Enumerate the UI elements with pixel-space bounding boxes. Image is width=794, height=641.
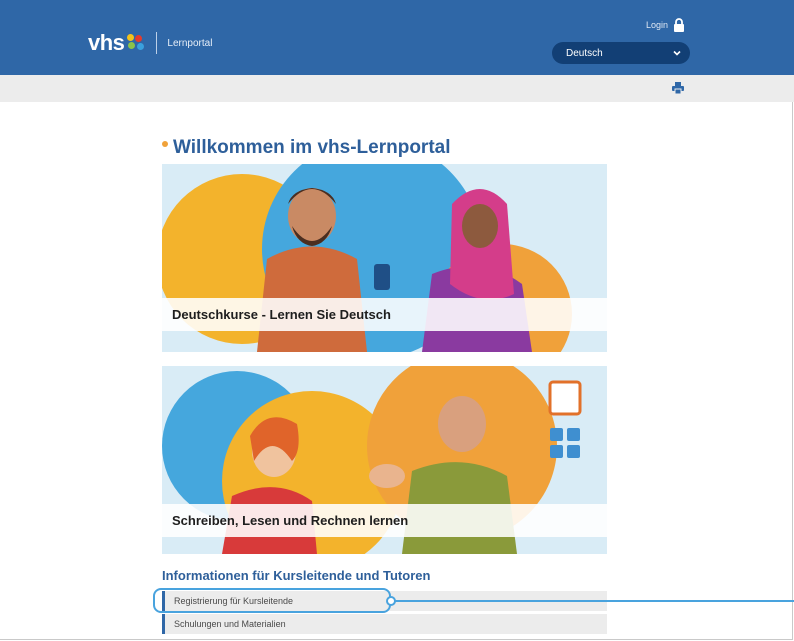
print-icon[interactable] <box>671 81 685 95</box>
card-caption: Schreiben, Lesen und Rechnen lernen <box>162 504 607 537</box>
top-header: vhs Lernportal Login Deutsch <box>0 0 794 75</box>
logo-dots <box>126 34 148 52</box>
link-schulungen-materialien[interactable]: Schulungen und Materialien <box>162 614 607 634</box>
language-select[interactable]: Deutsch <box>552 42 690 64</box>
chevron-down-icon <box>673 50 681 56</box>
toolbar-strip <box>0 75 794 102</box>
title-bullet <box>162 141 168 147</box>
login-label: Login <box>646 20 669 30</box>
callout-line <box>391 600 794 602</box>
link-label: Schulungen und Materialien <box>174 619 286 629</box>
lock-icon <box>674 18 685 32</box>
highlight-frame <box>153 588 391 613</box>
portal-label: Lernportal <box>167 37 213 49</box>
info-heading: Informationen für Kursleitende und Tutor… <box>162 568 431 583</box>
language-selected: Deutsch <box>566 47 603 59</box>
logo-separator <box>156 32 158 54</box>
logo-text: vhs <box>88 30 125 55</box>
card-deutschkurse[interactable]: Deutschkurse - Lernen Sie Deutsch <box>162 164 607 352</box>
login-link[interactable]: Login <box>646 18 685 32</box>
vhs-logo[interactable]: vhs Lernportal <box>88 30 212 56</box>
page-title-text: Willkommen im vhs-Lernportal <box>173 137 451 158</box>
page-title: Willkommen im vhs-Lernportal <box>162 137 451 159</box>
callout-dot <box>386 596 396 606</box>
card-caption: Deutschkurse - Lernen Sie Deutsch <box>162 298 607 331</box>
card-schreiben-lesen-rechnen[interactable]: Schreiben, Lesen und Rechnen lernen <box>162 366 607 554</box>
